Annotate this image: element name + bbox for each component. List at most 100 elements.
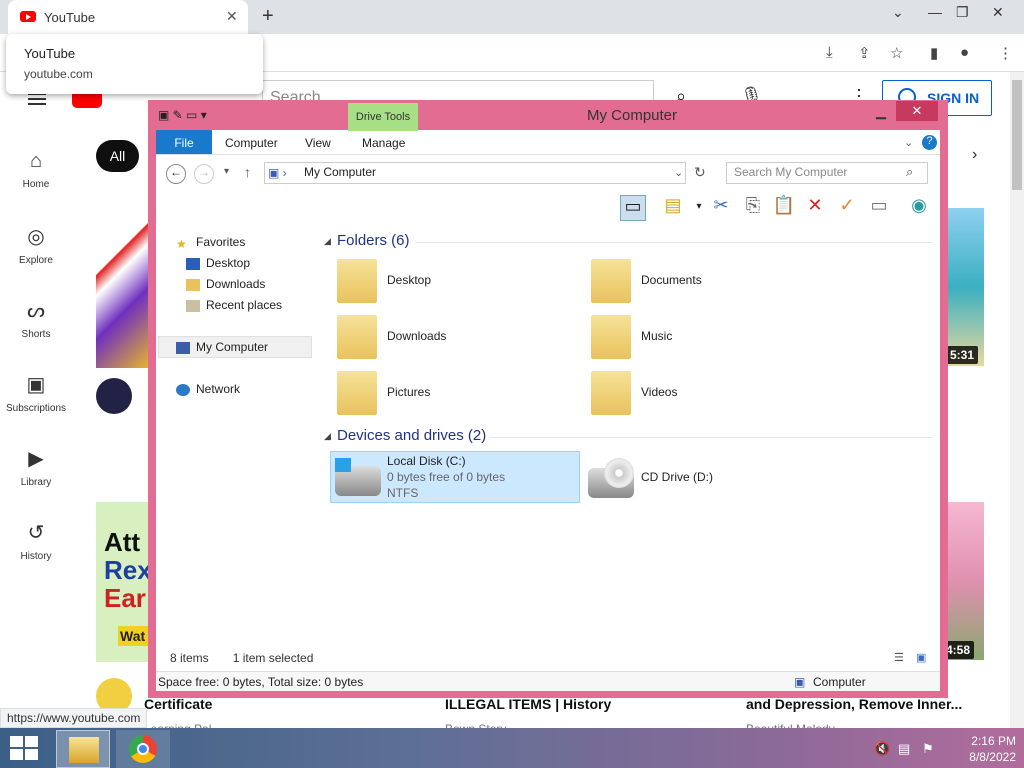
nav-subscriptions[interactable]: ▣ Subscriptions — [0, 372, 72, 414]
menu-dots-icon[interactable]: ⋮ — [998, 44, 1013, 62]
address-dropdown-icon[interactable]: ⌄ — [674, 166, 683, 179]
details-status-bar: Space free: 0 bytes, Total size: 0 bytes… — [156, 671, 940, 691]
video-title[interactable]: Certificate — [144, 696, 212, 712]
folder-label: Music — [641, 329, 673, 343]
recent-locations-icon[interactable]: ▾ — [224, 166, 229, 177]
tab-file[interactable]: File — [156, 130, 212, 154]
drive-item-d[interactable]: CD Drive (D:) — [586, 456, 786, 504]
video-title[interactable]: and Depression, Remove Inner... — [746, 696, 962, 712]
search-icon[interactable]: ⌕ — [906, 164, 913, 180]
profile-icon[interactable]: ● — [960, 44, 969, 61]
chip-all[interactable]: All — [96, 140, 139, 172]
system-clock[interactable]: 2:16 PM 8/8/2022 — [940, 733, 1016, 765]
delete-icon[interactable]: ✕ — [802, 195, 828, 221]
folder-icon — [337, 259, 377, 303]
channel-avatar[interactable] — [96, 378, 132, 414]
close-window-icon[interactable]: ✕ — [896, 101, 938, 121]
recent-places-icon — [186, 299, 200, 312]
nav-label: Library — [20, 477, 52, 488]
rename-icon[interactable]: ▭ — [866, 195, 892, 221]
copy-icon[interactable]: ⎘ — [740, 195, 766, 221]
action-center-icon[interactable]: ⚑ — [922, 741, 934, 757]
desktop-icon — [186, 257, 200, 270]
nav-shorts[interactable]: ᔕ Shorts — [0, 298, 72, 340]
clock-time: 2:16 PM — [971, 734, 1016, 748]
network-tray-icon[interactable]: ▤ — [898, 741, 910, 757]
history-icon: ↺ — [27, 522, 45, 544]
large-icons-view-icon[interactable]: ▣ — [916, 651, 926, 664]
subscriptions-icon: ▣ — [26, 374, 46, 396]
video-title[interactable]: ILLEGAL ITEMS | History — [445, 696, 611, 712]
nav-my-computer[interactable]: My Computer — [176, 340, 268, 354]
share-icon[interactable]: ⇪ — [858, 44, 871, 62]
nav-label: My Computer — [196, 340, 269, 354]
taskbar-chrome[interactable] — [116, 730, 170, 768]
chevron-right-icon[interactable]: › — [972, 146, 977, 164]
minimize-icon[interactable]: — — [928, 4, 942, 20]
minimize-icon[interactable]: ▁ — [876, 104, 886, 120]
nav-label: Desktop — [206, 256, 251, 270]
drives-group-header[interactable]: Devices and drives (2) — [337, 427, 486, 444]
nav-downloads[interactable]: Downloads — [186, 277, 265, 291]
address-text[interactable]: My Computer — [304, 165, 376, 179]
forward-icon[interactable]: → — [194, 164, 214, 184]
bookmark-star-icon[interactable]: ☆ — [890, 44, 903, 62]
nav-explore[interactable]: ◎ Explore — [0, 224, 72, 266]
side-panel-icon[interactable]: ▮ — [930, 44, 938, 62]
nav-desktop[interactable]: Desktop — [186, 256, 250, 270]
folder-label: Desktop — [387, 273, 432, 287]
paste-icon[interactable]: 📋 — [771, 195, 797, 221]
taskbar-file-explorer[interactable] — [56, 730, 110, 768]
drive-tools-label: Drive Tools — [348, 103, 418, 131]
up-icon[interactable]: ↑ — [244, 164, 251, 180]
properties-folder-icon[interactable]: ▤ — [660, 195, 686, 221]
close-window-icon[interactable]: ✕ — [992, 4, 1004, 21]
help-icon[interactable]: ? — [922, 135, 937, 150]
clock-date: 8/8/2022 — [969, 750, 1016, 764]
tab-computer[interactable]: Computer — [225, 136, 278, 150]
computer-icon: ▣ — [794, 675, 806, 689]
shell-icon[interactable]: ◉ — [906, 195, 932, 221]
nav-home[interactable]: ⌂ Home — [0, 150, 72, 190]
view-pane-icon[interactable]: ▭ — [620, 195, 646, 221]
browser-tab[interactable]: YouTube ✕ — [8, 0, 248, 34]
computer-icon: ▣ › — [268, 166, 287, 180]
nav-history[interactable]: ↺ History — [0, 520, 72, 562]
nav-network[interactable]: Network — [176, 382, 240, 396]
quick-access-toolbar[interactable]: ▣ ✎ ▭ ▾ — [158, 108, 207, 122]
scrollbar-thumb[interactable] — [1012, 80, 1022, 190]
volume-muted-icon[interactable]: 🔇 — [874, 741, 890, 757]
computer-icon — [176, 341, 190, 354]
folders-group-header[interactable]: Folders (6) — [337, 232, 410, 249]
checkmark-icon[interactable]: ✓ — [834, 195, 860, 221]
drive-name: CD Drive (D:) — [641, 470, 713, 484]
collapse-arrow-icon[interactable]: ◢ — [324, 431, 331, 442]
status-items: 8 items 1 item selected — [170, 651, 313, 665]
tab-view[interactable]: View — [305, 136, 331, 150]
back-icon[interactable]: ← — [166, 164, 186, 184]
ribbon-expand-icon[interactable]: ⌄ — [904, 136, 913, 149]
install-icon[interactable]: ⤓ — [826, 44, 833, 61]
video-thumbnail[interactable] — [948, 208, 984, 366]
collapse-arrow-icon[interactable]: ◢ — [324, 236, 331, 247]
start-windows-icon[interactable] — [10, 736, 38, 760]
folder-icon — [337, 315, 377, 359]
details-view-icon[interactable]: ☰ — [894, 651, 904, 664]
nav-recent-places[interactable]: Recent places — [186, 298, 282, 312]
restore-icon[interactable]: ❐ — [956, 4, 969, 21]
nav-favorites[interactable]: ★ Favorites — [176, 235, 245, 251]
video-thumbnail[interactable] — [948, 502, 984, 660]
cut-icon[interactable]: ✂ — [708, 195, 734, 221]
drive-item-c[interactable]: Local Disk (C:) 0 bytes free of 0 bytes … — [330, 451, 580, 503]
close-tab-icon[interactable]: ✕ — [226, 8, 238, 25]
thumbnail-text: Att — [104, 527, 141, 557]
group-divider — [416, 242, 932, 243]
tab-manage[interactable]: Manage — [362, 136, 405, 150]
nav-library[interactable]: ▶ Library — [0, 446, 72, 488]
tab-search-icon[interactable]: ⌄ — [892, 4, 904, 21]
new-tab-icon[interactable]: + — [262, 5, 274, 28]
video-thumbnail[interactable] — [96, 208, 156, 368]
refresh-icon[interactable]: ↻ — [694, 164, 706, 181]
folder-icon — [69, 737, 99, 763]
star-icon: ★ — [176, 236, 187, 251]
